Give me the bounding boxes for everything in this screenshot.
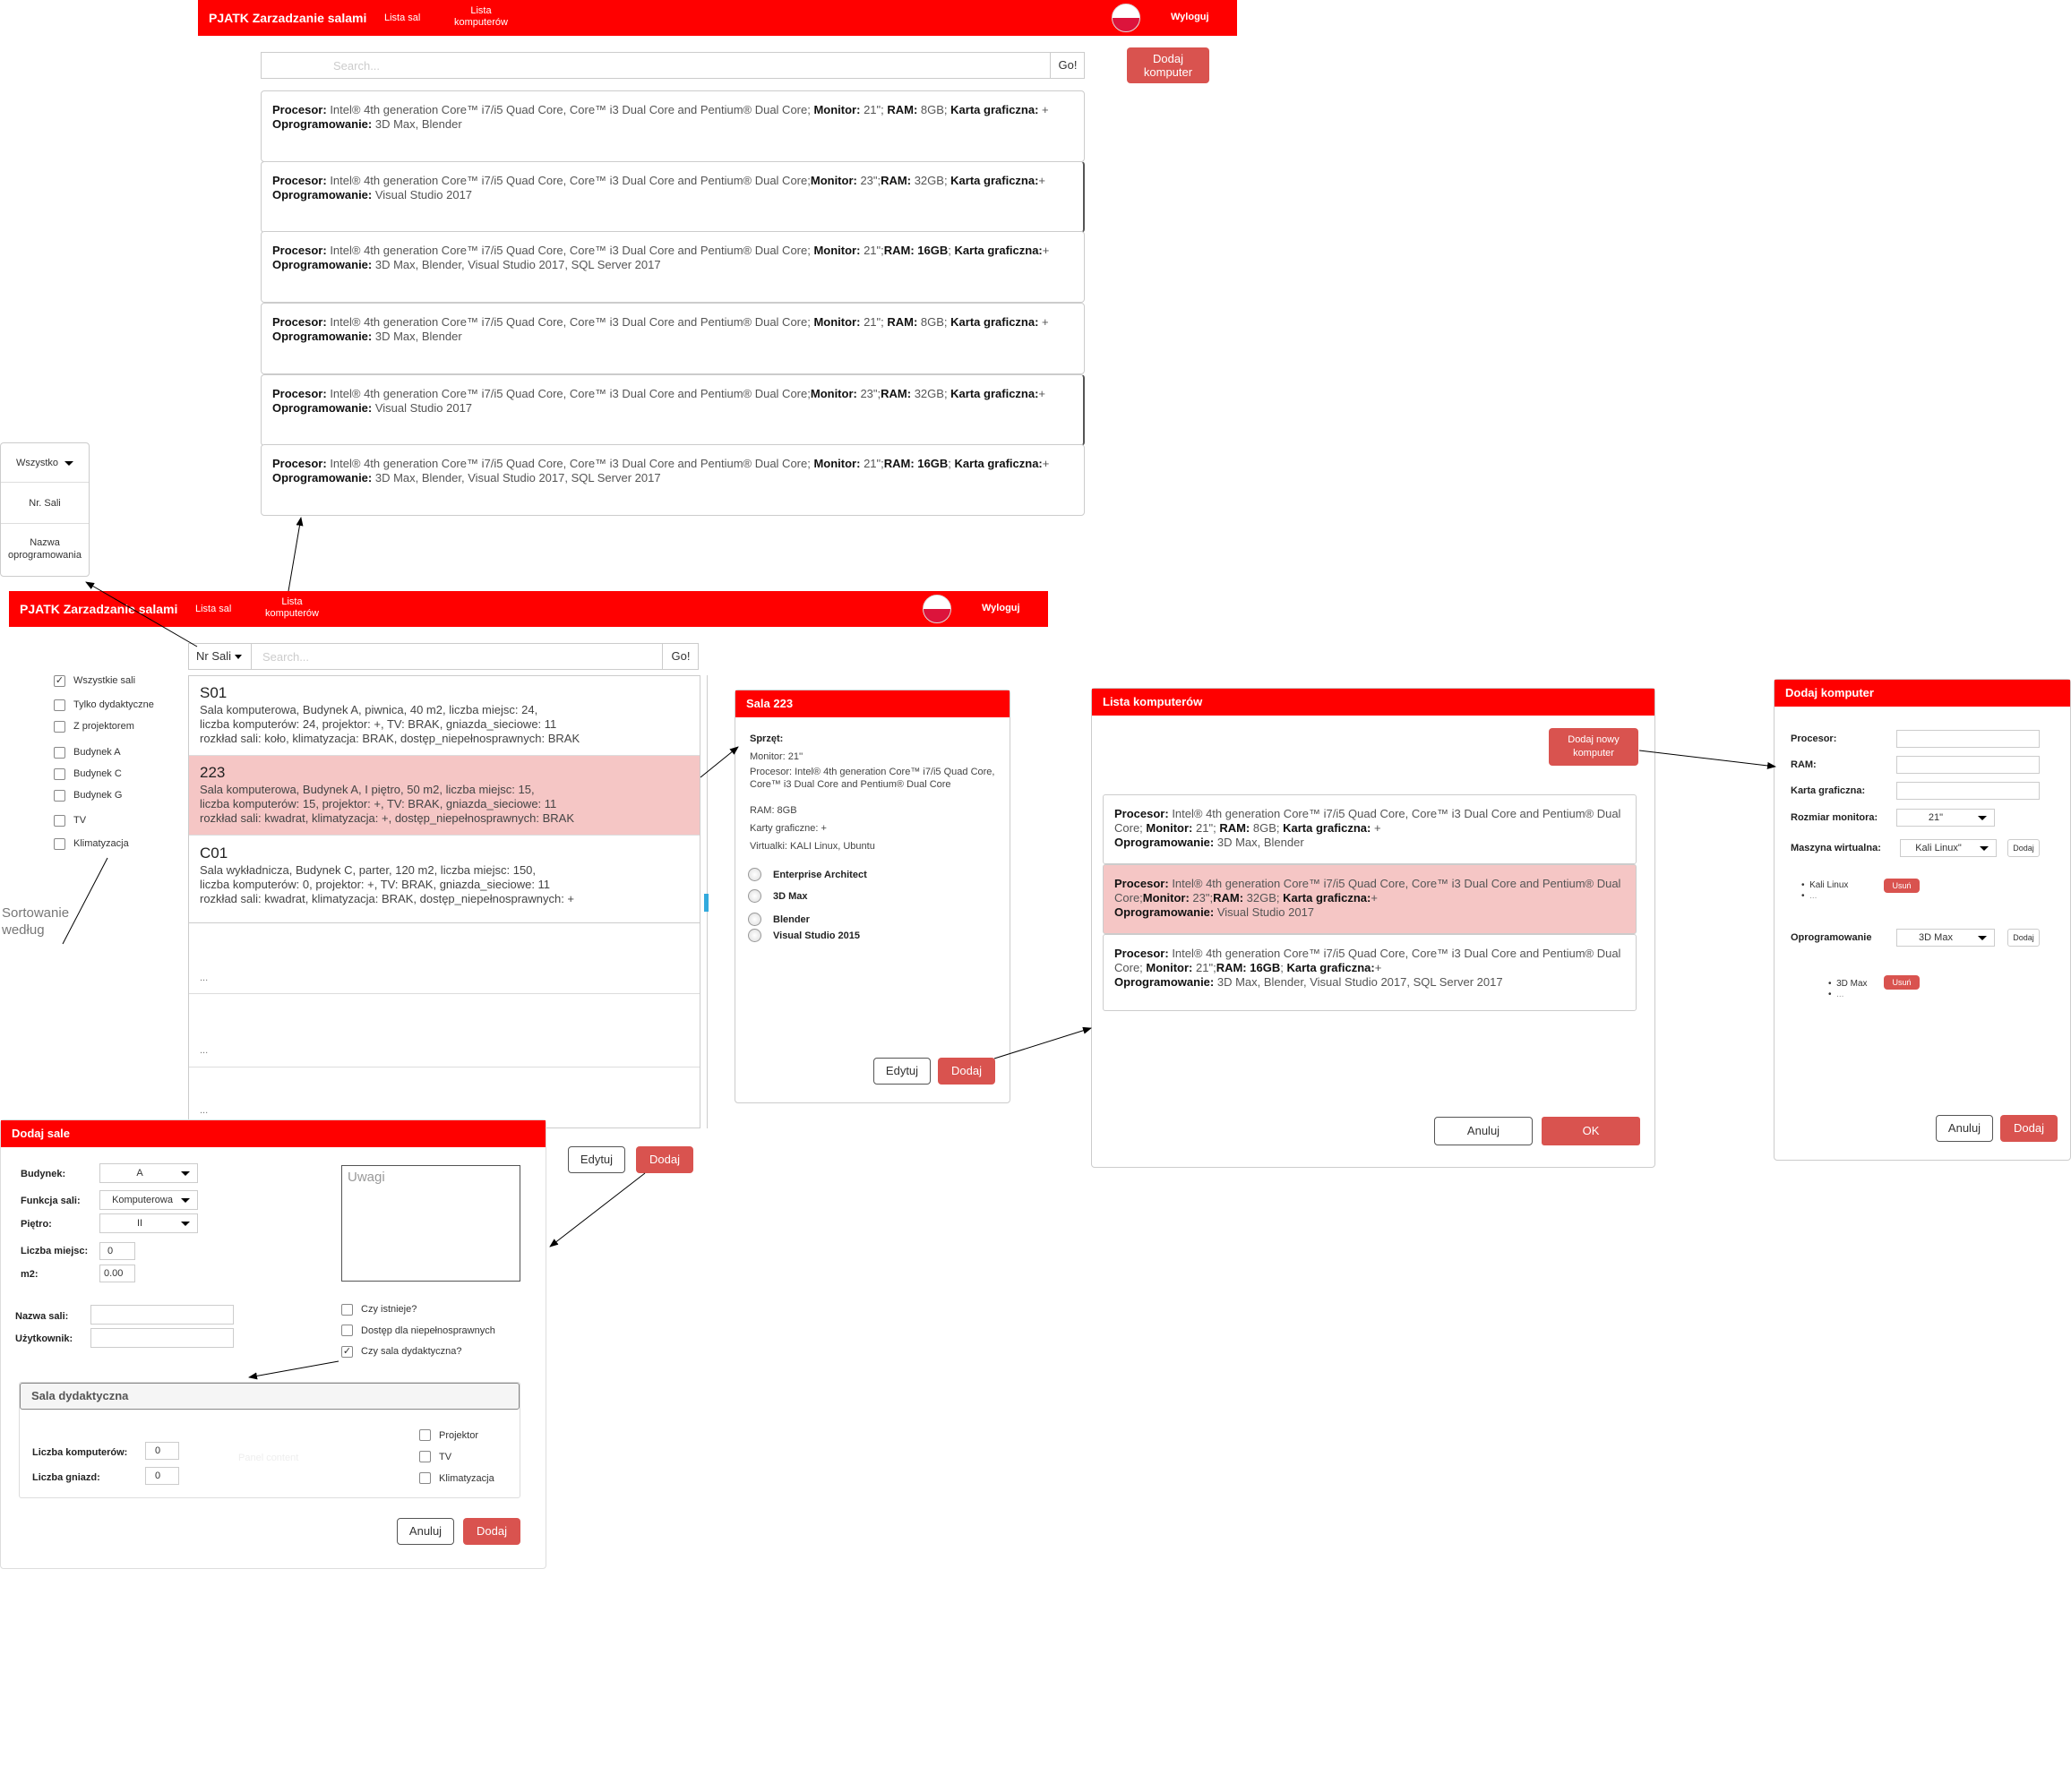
arrow-connector	[85, 581, 198, 647]
arrow-connector	[248, 1360, 339, 1380]
arrow-connector	[993, 1026, 1092, 1059]
arrow-connector	[700, 746, 739, 778]
arrow-connector	[288, 517, 304, 592]
flow-arrows	[62, 517, 1776, 1380]
arrow-connector	[549, 1172, 646, 1248]
arrow-connector	[62, 857, 108, 945]
arrow-connector	[1638, 750, 1776, 769]
